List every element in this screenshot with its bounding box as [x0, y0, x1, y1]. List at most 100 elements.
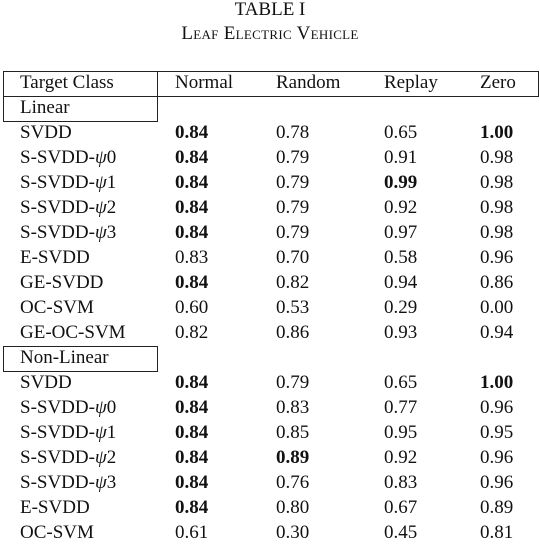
header-row: Target Class Normal Random Replay Zero [0, 70, 540, 95]
table-row: S-SVDD-ψ0 0.84 0.83 0.77 0.96 [0, 395, 540, 420]
cell-normal: 0.84 [175, 172, 209, 193]
cell-replay: 0.77 [384, 397, 418, 418]
table-row: E-SVDD 0.84 0.80 0.67 0.89 [0, 495, 540, 520]
method-name: S-SVDD-ψ0 [20, 147, 117, 168]
cell-normal: 0.84 [175, 472, 209, 493]
table-title: Leaf Electric Vehicle [181, 23, 359, 44]
cell-normal: 0.84 [175, 397, 209, 418]
cell-normal: 0.84 [175, 372, 209, 393]
cell-normal: 0.84 [175, 272, 209, 293]
table-row: S-SVDD-ψ1 0.84 0.85 0.95 0.95 [0, 420, 540, 445]
cell-random: 0.85 [276, 422, 310, 443]
table-row: OC-SVM 0.61 0.30 0.45 0.81 [0, 520, 540, 545]
cell-zero: 0.86 [480, 272, 514, 293]
cell-normal: 0.84 [175, 147, 209, 168]
cell-random: 0.89 [276, 447, 310, 468]
cell-replay: 0.93 [384, 322, 418, 343]
cell-zero: 1.00 [480, 372, 514, 393]
method-name: SVDD [20, 372, 72, 393]
cell-replay: 0.58 [384, 247, 418, 268]
table-row: S-SVDD-ψ3 0.84 0.76 0.83 0.96 [0, 470, 540, 495]
cell-zero: 0.98 [480, 172, 514, 193]
cell-normal: 0.84 [175, 222, 209, 243]
cell-normal: 0.84 [175, 447, 209, 468]
cell-random: 0.80 [276, 497, 310, 518]
method-name: S-SVDD-ψ0 [20, 397, 117, 418]
cell-replay: 0.94 [384, 272, 418, 293]
cell-random: 0.70 [276, 247, 310, 268]
cell-replay: 0.29 [384, 297, 418, 318]
section-header-row: Linear [0, 95, 540, 120]
column-header-replay: Replay [384, 72, 438, 93]
table-row: GE-SVDD 0.84 0.82 0.94 0.86 [0, 270, 540, 295]
method-name: GE-SVDD [20, 272, 104, 293]
psi-symbol: ψ [94, 447, 107, 468]
cell-zero: 0.89 [480, 497, 514, 518]
table-row: S-SVDD-ψ2 0.84 0.79 0.92 0.98 [0, 195, 540, 220]
column-header-random: Random [276, 72, 341, 93]
cell-random: 0.78 [276, 122, 310, 143]
cell-random: 0.79 [276, 197, 310, 218]
cell-random: 0.76 [276, 472, 310, 493]
cell-replay: 0.99 [384, 172, 418, 193]
column-header-normal: Normal [175, 72, 234, 93]
cell-normal: 0.84 [175, 422, 209, 443]
cell-replay: 0.83 [384, 472, 418, 493]
section-label: Non-Linear [20, 347, 109, 368]
cell-zero: 0.98 [480, 222, 514, 243]
method-name: S-SVDD-ψ3 [20, 222, 117, 243]
table-row: S-SVDD-ψ3 0.84 0.79 0.97 0.98 [0, 220, 540, 245]
cell-random: 0.79 [276, 372, 310, 393]
cell-random: 0.79 [276, 147, 310, 168]
cell-zero: 0.81 [480, 522, 514, 543]
cell-normal: 0.82 [175, 322, 209, 343]
cell-replay: 0.92 [384, 447, 418, 468]
cell-zero: 0.96 [480, 247, 514, 268]
cell-random: 0.30 [276, 522, 310, 543]
method-name: OC-SVM [20, 522, 94, 543]
cell-normal: 0.84 [175, 122, 209, 143]
table-label: TABLE I [234, 0, 306, 20]
table-row: S-SVDD-ψ2 0.84 0.89 0.92 0.96 [0, 445, 540, 470]
cell-zero: 0.96 [480, 447, 514, 468]
method-name: E-SVDD [20, 247, 90, 268]
cell-random: 0.79 [276, 172, 310, 193]
psi-symbol: ψ [94, 422, 107, 443]
cell-normal: 0.60 [175, 297, 209, 318]
section-label: Linear [20, 97, 70, 118]
table-row: SVDD 0.84 0.79 0.65 1.00 [0, 370, 540, 395]
method-name: OC-SVM [20, 297, 94, 318]
cell-zero: 0.98 [480, 147, 514, 168]
cell-replay: 0.45 [384, 522, 418, 543]
cell-normal: 0.83 [175, 247, 209, 268]
cell-replay: 0.95 [384, 422, 418, 443]
psi-symbol: ψ [94, 222, 107, 243]
cell-random: 0.53 [276, 297, 310, 318]
cell-random: 0.83 [276, 397, 310, 418]
cell-replay: 0.65 [384, 122, 418, 143]
table-row: SVDD 0.84 0.78 0.65 1.00 [0, 120, 540, 145]
column-header-zero: Zero [480, 72, 516, 93]
cell-zero: 0.96 [480, 397, 514, 418]
cell-replay: 0.67 [384, 497, 418, 518]
method-name: GE-OC-SVM [20, 322, 126, 343]
cell-random: 0.86 [276, 322, 310, 343]
cell-random: 0.79 [276, 222, 310, 243]
method-name: S-SVDD-ψ1 [20, 172, 117, 193]
cell-replay: 0.65 [384, 372, 418, 393]
method-name: E-SVDD [20, 497, 90, 518]
cell-normal: 0.61 [175, 522, 209, 543]
cell-normal: 0.84 [175, 197, 209, 218]
column-header-target-class: Target Class [20, 72, 114, 93]
psi-symbol: ψ [94, 172, 107, 193]
method-name: S-SVDD-ψ1 [20, 422, 117, 443]
cell-zero: 1.00 [480, 122, 514, 143]
cell-replay: 0.97 [384, 222, 418, 243]
table-row: OC-SVM 0.60 0.53 0.29 0.00 [0, 295, 540, 320]
table-row: GE-OC-SVM 0.82 0.86 0.93 0.94 [0, 320, 540, 345]
method-name: SVDD [20, 122, 72, 143]
method-name: S-SVDD-ψ2 [20, 447, 117, 468]
cell-replay: 0.91 [384, 147, 418, 168]
section-header-row: Non-Linear [0, 345, 540, 370]
psi-symbol: ψ [94, 472, 107, 493]
